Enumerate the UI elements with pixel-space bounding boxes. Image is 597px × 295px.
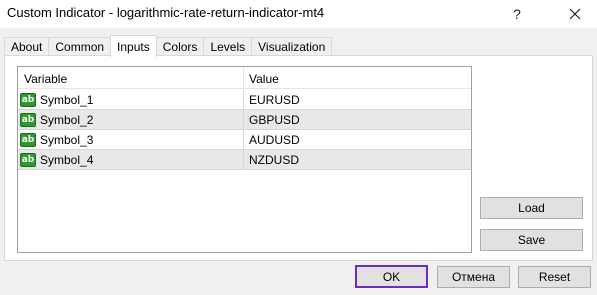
- grid-header: Variable Value: [18, 67, 471, 89]
- cell-divider: [243, 90, 244, 110]
- table-row[interactable]: ab Symbol_3 AUDUSD: [18, 130, 471, 150]
- help-button[interactable]: ?: [495, 0, 539, 28]
- table-row[interactable]: ab Symbol_2 GBPUSD: [18, 110, 471, 130]
- tab-colors[interactable]: Colors: [155, 37, 205, 56]
- variable-name: Symbol_3: [40, 133, 94, 147]
- variable-name: Symbol_4: [40, 153, 94, 167]
- tab-visualization[interactable]: Visualization: [251, 37, 333, 56]
- string-type-icon: ab: [20, 153, 36, 167]
- reset-button[interactable]: Reset: [518, 266, 591, 288]
- save-button[interactable]: Save: [480, 229, 583, 251]
- cell-divider: [243, 150, 244, 170]
- cell-divider: [243, 110, 244, 130]
- load-button[interactable]: Load: [480, 197, 583, 219]
- column-header-variable[interactable]: Variable: [24, 72, 67, 86]
- tab-strip: About Common Inputs Colors Levels Visual…: [4, 35, 333, 57]
- close-button[interactable]: [553, 0, 597, 28]
- inputs-panel: Variable Value ab Symbol_1 EURUSD ab Sym…: [4, 55, 593, 261]
- variable-value[interactable]: EURUSD: [249, 93, 300, 107]
- window-title: Custom Indicator - logarithmic-rate-retu…: [7, 5, 325, 20]
- cancel-button[interactable]: Отмена: [437, 266, 510, 288]
- variable-value[interactable]: GBPUSD: [249, 113, 300, 127]
- tab-common[interactable]: Common: [48, 37, 112, 56]
- tab-levels[interactable]: Levels: [203, 37, 253, 56]
- cell-divider: [243, 130, 244, 150]
- inputs-grid: Variable Value ab Symbol_1 EURUSD ab Sym…: [17, 66, 472, 253]
- string-type-icon: ab: [20, 93, 36, 107]
- variable-name: Symbol_1: [40, 93, 94, 107]
- table-row[interactable]: ab Symbol_1 EURUSD: [18, 90, 471, 110]
- string-type-icon: ab: [20, 113, 36, 127]
- column-divider[interactable]: [243, 67, 244, 89]
- string-type-icon: ab: [20, 133, 36, 147]
- variable-name: Symbol_2: [40, 113, 94, 127]
- tab-inputs[interactable]: Inputs: [110, 35, 157, 57]
- variable-value[interactable]: AUDUSD: [249, 133, 300, 147]
- title-bar: Custom Indicator - logarithmic-rate-retu…: [0, 0, 597, 28]
- tab-about[interactable]: About: [4, 37, 50, 56]
- table-row[interactable]: ab Symbol_4 NZDUSD: [18, 150, 471, 170]
- close-icon: [569, 8, 581, 20]
- column-header-value[interactable]: Value: [249, 72, 279, 86]
- ok-button[interactable]: OK: [355, 265, 428, 288]
- variable-value[interactable]: NZDUSD: [249, 153, 299, 167]
